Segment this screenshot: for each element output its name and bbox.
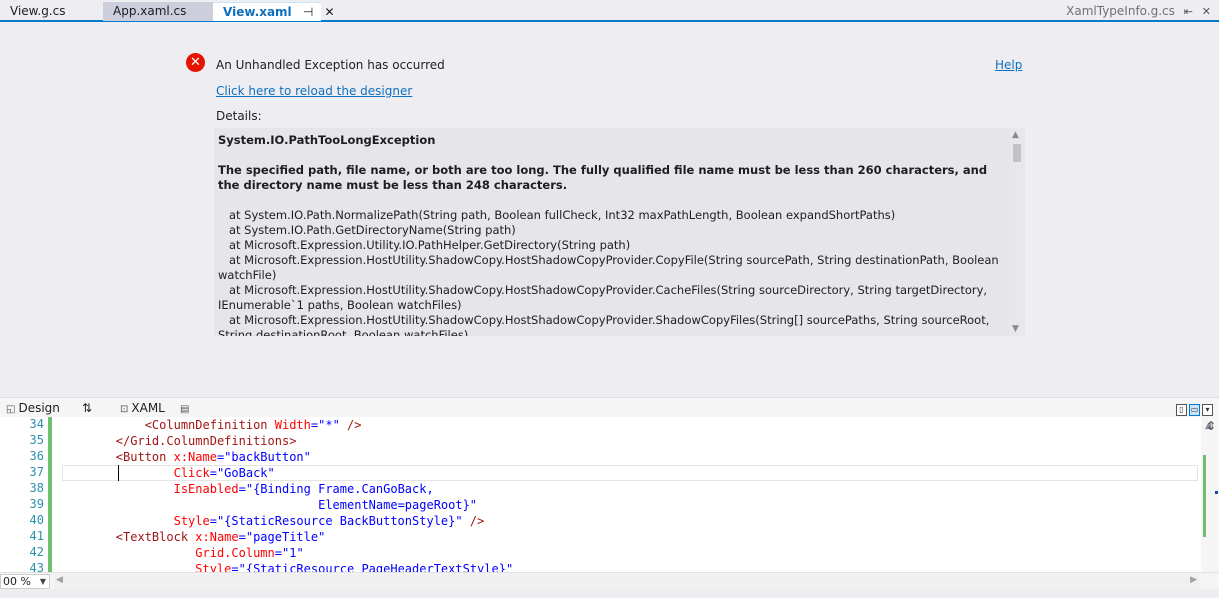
scroll-thumb[interactable]: [1013, 144, 1021, 162]
zoom-value: 00 %: [3, 575, 31, 588]
editor-horizontal-scrollbar[interactable]: ◀ ▶: [54, 574, 1199, 589]
split-layout-controls: ▯ ▭ ▾: [1174, 401, 1213, 416]
document-tab-strip: View.g.cs App.xaml.cs View.xaml ⊣ ✕ Xaml…: [0, 0, 1219, 22]
line-number: 43: [29, 561, 44, 572]
xaml-label: XAML: [131, 401, 165, 415]
line-number: 41: [29, 529, 44, 543]
tab-view-xaml[interactable]: View.xaml ⊣ ✕: [213, 2, 335, 22]
code-line: </Grid.ColumnDefinitions>: [115, 434, 297, 448]
code-line: <ColumnDefinition Width="*" />: [144, 418, 362, 432]
design-pane-button[interactable]: ◱ Design: [6, 400, 60, 416]
stack-line: at Microsoft.Expression.Utility.IO.PathH…: [218, 238, 631, 252]
editor-split-handle-icon[interactable]: ⇕: [1206, 419, 1216, 433]
scroll-left-icon[interactable]: ◀: [56, 575, 63, 585]
line-number: 38: [29, 481, 44, 495]
details-scrollbar[interactable]: ▲ ▼: [1009, 128, 1025, 336]
scroll-right-icon[interactable]: ▶: [1190, 575, 1197, 585]
line-number: 36: [29, 449, 44, 463]
code-line: ElementName=pageRoot}": [318, 498, 478, 512]
promote-icon[interactable]: ⇤: [1184, 2, 1193, 21]
xaml-icon: ⊡: [120, 404, 129, 415]
help-link[interactable]: Help: [995, 58, 1022, 72]
reload-designer-link[interactable]: Click here to reload the designer: [216, 84, 412, 98]
code-line: IsEnabled="{Binding Frame.CanGoBack,: [173, 482, 434, 496]
details-label: Details:: [216, 109, 262, 123]
text-caret: [118, 465, 119, 481]
zoom-select[interactable]: 00 % ▼: [0, 574, 50, 589]
exception-details-box[interactable]: System.IO.PathTooLongException The speci…: [214, 128, 1025, 336]
error-icon: ✕: [186, 53, 205, 72]
preview-tab-label: XamlTypeInfo.g.cs: [1066, 4, 1175, 18]
code-area[interactable]: <ColumnDefinition Width="*" /> </Grid.Co…: [58, 417, 1198, 572]
code-line: Grid.Column="1": [195, 546, 304, 560]
code-line: <Button x:Name="backButton": [115, 450, 311, 464]
editor-vertical-scrollbar[interactable]: ▲: [1201, 417, 1219, 572]
editor-bottom-bar: 00 % ▼ ◀ ▶: [0, 572, 1219, 589]
footer-strip: [0, 589, 1219, 598]
tab-label: View.xaml: [223, 5, 292, 19]
tab-label: App.xaml.cs: [113, 4, 187, 18]
tab-view-g-cs[interactable]: View.g.cs: [0, 2, 103, 21]
line-number: 42: [29, 545, 44, 559]
scroll-up-icon[interactable]: ▲: [1012, 130, 1019, 140]
collapse-pane-button[interactable]: ▤: [180, 400, 192, 416]
close-icon[interactable]: ✕: [325, 3, 335, 22]
scroll-down-icon[interactable]: ▼: [1012, 324, 1019, 334]
exception-details-text: System.IO.PathTooLongException The speci…: [218, 133, 1008, 336]
design-label: Design: [18, 401, 60, 415]
close-icon[interactable]: ✕: [1202, 2, 1211, 21]
change-marker: [1203, 455, 1206, 537]
change-tracking-bar: [48, 417, 52, 572]
stack-line: at Microsoft.Expression.HostUtility.Shad…: [218, 283, 991, 312]
stack-line: at Microsoft.Expression.HostUtility.Shad…: [218, 253, 1003, 282]
tab-label: View.g.cs: [10, 4, 66, 18]
pin-icon[interactable]: ⊣: [303, 3, 313, 22]
design-xaml-splitter-bar: ◱ Design ⇅ ⊡ XAML ▤ ▯ ▭ ▾: [0, 397, 1219, 417]
chevron-down-icon: ▼: [39, 577, 46, 586]
stack-line: at System.IO.Path.GetDirectoryName(Strin…: [218, 223, 516, 237]
collapse-toggle-icon[interactable]: ▾: [1202, 404, 1213, 416]
swap-panes-button[interactable]: ⇅: [82, 400, 92, 416]
line-number: 34: [29, 417, 44, 431]
stack-line: at System.IO.Path.NormalizePath(String p…: [218, 208, 896, 222]
preview-tab-xamltypeinfo[interactable]: XamlTypeInfo.g.cs ⇤ ✕: [1066, 2, 1211, 21]
vertical-split-icon[interactable]: ▯: [1176, 404, 1187, 416]
code-line: Style="{StaticResource BackButtonStyle}"…: [173, 514, 485, 528]
exception-message: The specified path, file name, or both a…: [218, 163, 988, 192]
design-icon: ◱: [6, 404, 16, 415]
tab-app-xaml-cs[interactable]: App.xaml.cs: [103, 2, 213, 21]
line-number: 39: [29, 497, 44, 511]
xaml-pane-button[interactable]: ⊡ XAML: [120, 400, 165, 416]
code-line: Style="{StaticResource PageHeaderTextSty…: [195, 562, 514, 572]
stack-line: at Microsoft.Expression.HostUtility.Shad…: [218, 313, 994, 336]
code-line: <TextBlock x:Name="pageTitle": [115, 530, 326, 544]
xaml-code-editor[interactable]: 34 35 36 37 38 39 40 41 42 43 <ColumnDef…: [0, 417, 1219, 572]
code-line: Click="GoBack": [173, 466, 275, 480]
collapse-pane-icon: ▤: [180, 404, 190, 415]
exception-title: An Unhandled Exception has occurred: [216, 58, 445, 72]
designer-exception-pane: ✕ An Unhandled Exception has occurred He…: [0, 24, 1219, 397]
caret-position-marker: [1215, 491, 1218, 494]
swap-icon: ⇅: [82, 401, 93, 415]
line-number: 40: [29, 513, 44, 527]
horizontal-split-icon[interactable]: ▭: [1189, 404, 1200, 416]
line-number: 35: [29, 433, 44, 447]
exception-type: System.IO.PathTooLongException: [218, 133, 436, 147]
line-number: 37: [29, 465, 44, 479]
